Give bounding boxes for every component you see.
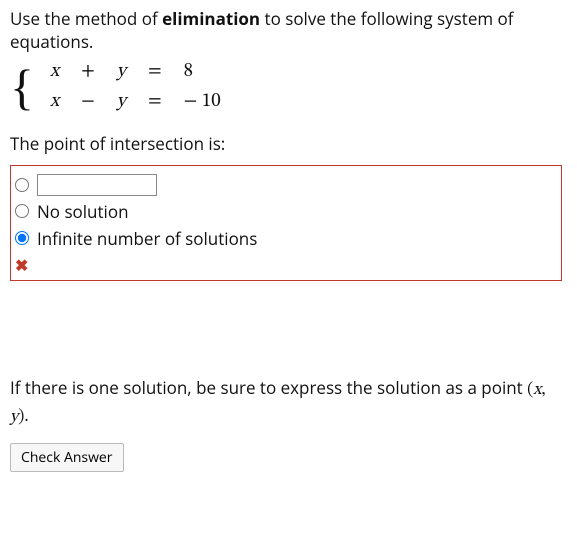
eq2-x: x [50, 92, 59, 111]
eq1-eq: = [138, 58, 172, 86]
equation-grid: x + y = 8 x − y = − 10 [38, 56, 233, 118]
eq1-op: + [71, 58, 105, 86]
answer-box: No solution Infinite number of solutions… [10, 165, 562, 281]
radio-free[interactable] [15, 178, 29, 192]
question-lead-a: Use the method of [10, 7, 162, 30]
equation-system: { x + y = 8 x − y = − 10 [10, 56, 547, 118]
equation-row-2: x − y = − 10 [40, 88, 231, 116]
sub-prompt: The point of intersection is: [10, 132, 547, 155]
equation-row-1: x + y = 8 [40, 58, 231, 86]
eq2-y: y [117, 92, 126, 111]
free-response-input[interactable] [37, 174, 157, 196]
eq2-rhs: − 10 [174, 88, 231, 116]
wrong-icon: ✖ [15, 252, 555, 276]
label-infinite: Infinite number of solutions [37, 227, 257, 250]
eq1-y: y [117, 62, 126, 81]
radio-no-solution[interactable] [15, 204, 29, 218]
question-lead-strong: elimination [162, 7, 260, 30]
label-no-solution: No solution [37, 200, 129, 223]
eq1-x: x [50, 62, 59, 81]
left-brace-icon: { [10, 56, 34, 118]
check-answer-button[interactable]: Check Answer [10, 443, 124, 472]
eq1-rhs: 8 [174, 58, 231, 86]
option-free-response[interactable] [15, 172, 555, 198]
footer-text-a: If there is one solution, be sure to exp… [10, 376, 527, 399]
pair-sep: , [541, 382, 545, 399]
question-text: Use the method of elimination to solve t… [10, 8, 547, 54]
option-infinite[interactable]: Infinite number of solutions [15, 225, 555, 252]
eq2-op: − [71, 88, 105, 116]
pair-y: y [10, 409, 18, 426]
eq2-eq: = [138, 88, 172, 116]
footer-note: If there is one solution, be sure to exp… [10, 376, 547, 430]
radio-infinite[interactable] [15, 231, 29, 245]
footer-period: . [24, 403, 28, 426]
option-no-solution[interactable]: No solution [15, 198, 555, 225]
